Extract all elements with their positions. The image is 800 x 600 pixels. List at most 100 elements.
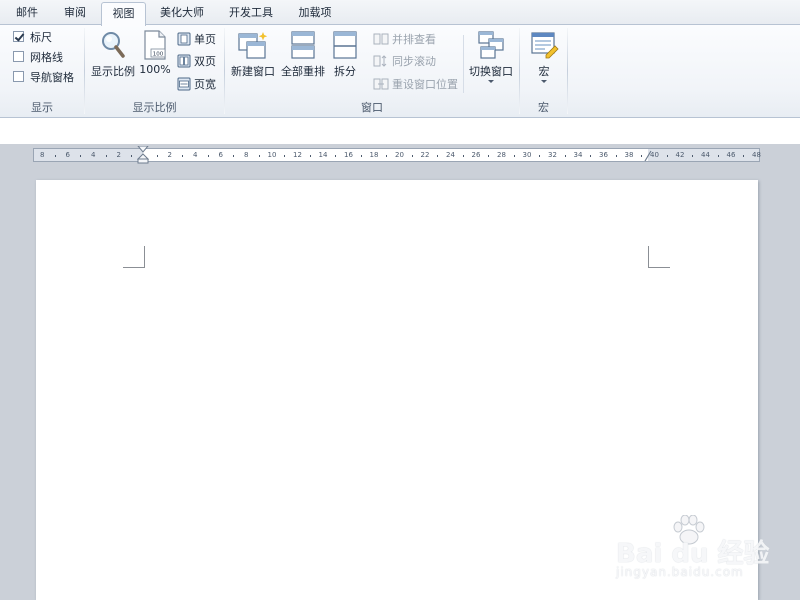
- ruler-tick-label: 40: [650, 151, 659, 159]
- ruler-tick-label: 16: [344, 151, 353, 159]
- text-boundary-top-right: [648, 246, 670, 268]
- ruler-tick-label: 8: [244, 151, 249, 159]
- gridlines-checkbox-row[interactable]: 网格线: [13, 48, 63, 65]
- ruler-minor-tick: [615, 155, 617, 157]
- ruler-tick-label: 32: [548, 151, 557, 159]
- tab-review[interactable]: 审阅: [52, 2, 98, 25]
- ruler-minor-tick: [105, 155, 107, 157]
- window-group-divider: [463, 35, 464, 93]
- ruler-tick-label: 44: [701, 151, 710, 159]
- ruler-minor-tick: [411, 155, 413, 157]
- ruler-tick-label: 12: [293, 151, 302, 159]
- ruler-tick-label: 46: [726, 151, 736, 159]
- ruler-minor-tick: [386, 155, 388, 157]
- ruler-minor-tick: [156, 155, 158, 157]
- indent-marker-icon[interactable]: [137, 146, 149, 164]
- zoom-100-label: 100%: [139, 63, 171, 76]
- ruler-tick-label: 10: [267, 151, 277, 159]
- ruler-tick-label: 26: [471, 151, 481, 159]
- ruler-tick-label: 24: [446, 151, 455, 159]
- sync-scroll-icon: [373, 55, 387, 67]
- arrange-all-button[interactable]: 全部重排: [278, 29, 328, 79]
- ruler-minor-tick: [590, 155, 592, 157]
- zoom-group: 显示比例 100 100% 单页 双页 页宽 显示比例: [85, 25, 224, 118]
- baidu-jingyan-watermark: Bai du 经验 jingyan.baidu.com: [612, 515, 792, 595]
- split-icon: [333, 31, 357, 59]
- sync-scroll-label: 同步滚动: [392, 55, 436, 68]
- sync-scroll-button[interactable]: 同步滚动: [373, 52, 436, 70]
- ribbon: 标尺 网格线 导航窗格 显示 显示比例 100 100% 单页 双页 页宽 显示…: [0, 25, 800, 118]
- ruler-tick-label: 30: [522, 151, 532, 159]
- ruler-tick-label: 18: [369, 151, 379, 159]
- page-width-label: 页宽: [194, 78, 216, 91]
- gridlines-checkbox[interactable]: [13, 51, 24, 62]
- ruler-minor-tick: [258, 155, 260, 157]
- window-group: 新建窗口 全部重排 拆分 并排查看 同步滚动 重设窗口位置 切换窗口 窗口: [225, 25, 519, 118]
- text-boundary-top-left: [123, 246, 145, 268]
- tab-beautify-master[interactable]: 美化大师: [150, 2, 214, 25]
- new-window-icon: [238, 32, 268, 59]
- macros-group: 宏 宏: [520, 25, 567, 118]
- ruler-tick-label: 2: [167, 151, 172, 159]
- page-width-button[interactable]: 页宽: [177, 75, 216, 93]
- switch-windows-button[interactable]: 切换窗口: [465, 29, 517, 83]
- zoom-group-label: 显示比例: [132, 101, 177, 114]
- tab-add-ins[interactable]: 加载项: [288, 2, 342, 25]
- ruler-minor-tick: [717, 155, 719, 157]
- ruler-tick-label: 6: [218, 151, 223, 159]
- ruler-tick-label: 2: [116, 151, 121, 159]
- horizontal-ruler[interactable]: 8 6 4 2 2 4 6 8 10 12 14 16 18 20 22 24 26 28 30 32 34 36 38 40…: [33, 146, 761, 164]
- ruler-tick-label: 6: [65, 151, 70, 159]
- two-pages-label: 双页: [194, 55, 216, 68]
- switch-windows-icon: [478, 31, 504, 59]
- magnifier-icon: [102, 32, 125, 58]
- nav-pane-checkbox-row[interactable]: 导航窗格: [13, 68, 74, 85]
- ruler-minor-tick: [309, 155, 311, 157]
- two-pages-button[interactable]: 双页: [177, 52, 216, 70]
- side-by-side-icon: [373, 33, 389, 45]
- tab-developer[interactable]: 开发工具: [218, 2, 284, 25]
- ruler-tick-label: 36: [599, 151, 608, 159]
- macros-group-label: 宏: [538, 101, 549, 114]
- gridlines-checkbox-label: 网格线: [30, 50, 63, 64]
- show-group-label: 显示: [31, 101, 53, 114]
- zoom-100-button[interactable]: 100 100%: [137, 29, 173, 76]
- ruler-minor-tick: [743, 155, 745, 157]
- tab-view[interactable]: 视图: [101, 2, 146, 26]
- ruler-tick-label: 20: [395, 151, 404, 159]
- reset-window-icon: [373, 78, 389, 90]
- reset-window-position-label: 重设窗口位置: [392, 78, 458, 91]
- chevron-down-icon: [541, 80, 547, 83]
- ruler-tick-label: 38: [624, 151, 634, 159]
- ruler-tick-label: 8: [40, 151, 45, 159]
- ruler-minor-tick: [131, 155, 133, 157]
- ruler-checkbox[interactable]: [13, 31, 24, 42]
- ruler-tick-label: 42: [675, 151, 685, 159]
- reset-window-position-button[interactable]: 重设窗口位置: [373, 75, 458, 93]
- chevron-down-icon: [488, 80, 494, 83]
- ruler-minor-tick: [182, 155, 184, 157]
- ruler-minor-tick: [233, 155, 235, 157]
- ruler-tick-label: 34: [573, 151, 583, 159]
- zoom-button[interactable]: 显示比例: [89, 29, 137, 79]
- ruler-tick-label: 4: [91, 151, 96, 159]
- split-label: 拆分: [334, 65, 356, 78]
- side-by-side-button[interactable]: 并排查看: [373, 30, 436, 48]
- ruler-minor-tick: [284, 155, 286, 157]
- tab-mailings[interactable]: 邮件: [4, 2, 50, 25]
- ruler-tick-label: 4: [193, 151, 198, 159]
- group-separator: [567, 28, 568, 114]
- ruler-tick-label: 22: [420, 151, 430, 159]
- macros-button[interactable]: 宏: [524, 29, 564, 83]
- arrange-all-label: 全部重排: [281, 65, 325, 78]
- split-button[interactable]: 拆分: [329, 29, 361, 79]
- ruler-minor-tick: [539, 155, 541, 157]
- ruler-checkbox-row[interactable]: 标尺: [13, 28, 52, 45]
- one-page-button[interactable]: 单页: [177, 30, 216, 48]
- ruler-minor-tick: [564, 155, 566, 157]
- new-window-button[interactable]: 新建窗口: [228, 29, 278, 79]
- nav-pane-checkbox[interactable]: [13, 71, 24, 82]
- ruler-minor-tick: [360, 155, 362, 157]
- ruler-checkbox-label: 标尺: [30, 30, 52, 44]
- watermark-sub-text: jingyan.baidu.com: [616, 565, 744, 579]
